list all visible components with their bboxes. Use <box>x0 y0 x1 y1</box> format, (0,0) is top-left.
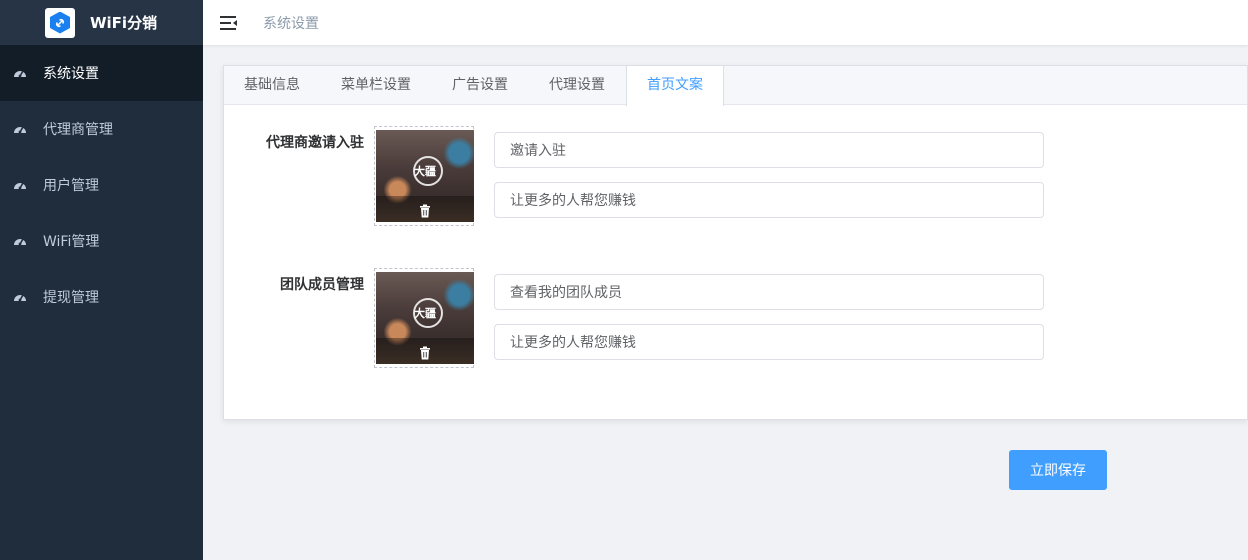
hamburger-icon[interactable] <box>220 15 238 31</box>
uploaded-image: 大疆 <box>376 130 474 222</box>
image-uploader[interactable]: 大疆 <box>374 126 474 226</box>
sidebar: WiFi分销 系统设置 代理商管理 用户管理 WiFi管理 提现管理 <box>0 0 203 560</box>
dashboard-icon <box>12 177 28 193</box>
sidebar-item-wifi-management[interactable]: WiFi管理 <box>0 213 203 269</box>
sidebar-item-withdrawal-management[interactable]: 提现管理 <box>0 269 203 325</box>
dashboard-icon <box>12 289 28 305</box>
tab-ad-settings[interactable]: 广告设置 <box>432 66 529 104</box>
subtitle-input[interactable] <box>494 324 1044 360</box>
sidebar-item-label: 代理商管理 <box>43 122 113 138</box>
uploaded-image: 大疆 <box>376 272 474 364</box>
tab-menu-settings[interactable]: 菜单栏设置 <box>321 66 432 104</box>
link-icon <box>50 11 70 34</box>
trash-icon[interactable] <box>418 345 432 360</box>
title-input[interactable] <box>494 274 1044 310</box>
sidebar-item-label: 系统设置 <box>43 66 99 82</box>
breadcrumb[interactable]: 系统设置 <box>263 13 319 33</box>
settings-card: 基础信息 菜单栏设置 广告设置 代理设置 首页文案 代理商邀请入驻 大疆 团队成… <box>223 65 1248 420</box>
tab-homepage-copy[interactable]: 首页文案 <box>626 66 724 106</box>
row-label: 团队成员管理 <box>280 277 364 293</box>
tab-agent-settings[interactable]: 代理设置 <box>529 66 626 104</box>
row-label: 代理商邀请入驻 <box>266 135 364 151</box>
sidebar-item-label: 提现管理 <box>43 290 99 306</box>
save-button[interactable]: 立即保存 <box>1009 450 1107 490</box>
app-title: WiFi分销 <box>90 14 158 32</box>
title-input[interactable] <box>494 132 1044 168</box>
trash-icon[interactable] <box>418 203 432 218</box>
dashboard-icon <box>12 65 28 81</box>
dashboard-icon <box>12 233 28 249</box>
image-watermark: 大疆 <box>414 307 436 320</box>
sidebar-item-system-settings[interactable]: 系统设置 <box>0 45 203 101</box>
sidebar-menu: 系统设置 代理商管理 用户管理 WiFi管理 提现管理 <box>0 45 203 325</box>
sidebar-item-user-management[interactable]: 用户管理 <box>0 157 203 213</box>
subtitle-input[interactable] <box>494 182 1044 218</box>
settings-tabs: 基础信息 菜单栏设置 广告设置 代理设置 首页文案 <box>224 66 1247 106</box>
sidebar-item-label: WiFi管理 <box>43 234 100 250</box>
image-watermark: 大疆 <box>414 165 436 178</box>
top-header: 系统设置 <box>203 0 1248 45</box>
brand: WiFi分销 <box>0 0 203 45</box>
app-logo <box>45 7 75 38</box>
dashboard-icon <box>12 121 28 137</box>
sidebar-item-agent-management[interactable]: 代理商管理 <box>0 101 203 157</box>
image-uploader[interactable]: 大疆 <box>374 268 474 368</box>
sidebar-item-label: 用户管理 <box>43 178 99 194</box>
tab-basic-info[interactable]: 基础信息 <box>224 66 321 104</box>
